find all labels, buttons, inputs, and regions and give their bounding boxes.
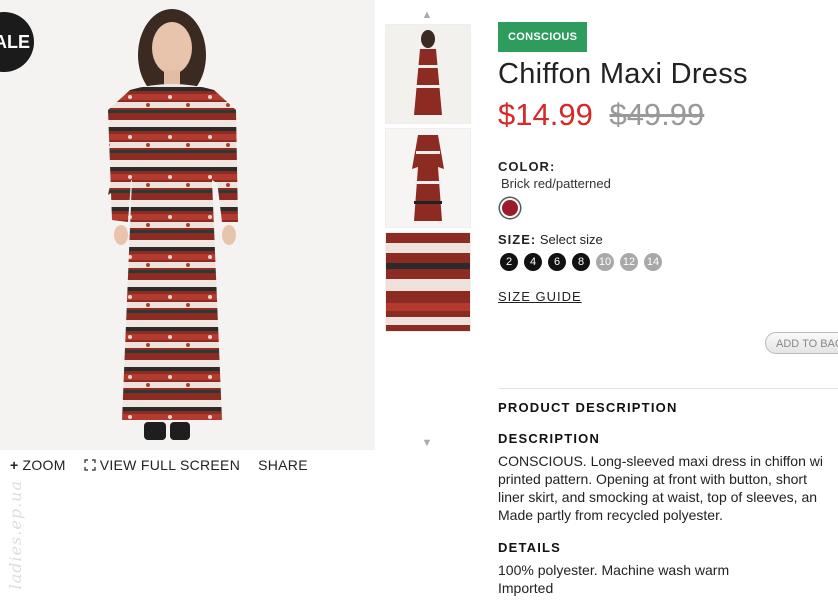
thumbnail-image [386, 233, 470, 331]
expand-icon [84, 459, 96, 471]
size-option-12[interactable]: 12 [620, 253, 638, 271]
product-title: Chiffon Maxi Dress [498, 58, 748, 90]
dress-photo [0, 0, 375, 450]
description-line: CONSCIOUS. Long-sleeved maxi dress in ch… [498, 453, 823, 469]
fullscreen-button[interactable]: VIEW FULL SCREEN [84, 457, 240, 473]
thumbnail-3[interactable] [385, 232, 471, 332]
conscious-badge: CONSCIOUS [498, 22, 588, 52]
details-text: 100% polyester. Machine wash warm Import… [498, 561, 838, 597]
share-button[interactable]: SHARE [258, 457, 308, 473]
divider [498, 388, 838, 389]
chevron-up-icon[interactable]: ▲ [384, 8, 470, 22]
size-option-8[interactable]: 8 [572, 253, 590, 271]
details-line: 100% polyester. Machine wash warm [498, 562, 730, 578]
size-option-4[interactable]: 4 [524, 253, 542, 271]
color-label: COLOR: [498, 159, 556, 174]
size-options: 2 4 6 8 10 12 14 [500, 253, 838, 271]
size-guide-link[interactable]: SIZE GUIDE [498, 289, 582, 304]
description-text: CONSCIOUS. Long-sleeved maxi dress in ch… [498, 452, 838, 524]
fullscreen-label: VIEW FULL SCREEN [99, 457, 241, 473]
zoom-button[interactable]: + ZOOM [10, 457, 66, 473]
details-heading: DETAILS [498, 540, 562, 555]
zoom-label: ZOOM [22, 457, 66, 473]
main-product-image[interactable]: ALE [0, 0, 375, 450]
image-tools: + ZOOM VIEW FULL SCREEN SHARE [10, 457, 308, 473]
description-line: printed pattern. Opening at front with b… [498, 471, 807, 487]
thumbnail-image [386, 25, 470, 123]
thumbnail-2[interactable] [385, 128, 471, 228]
share-label: SHARE [258, 457, 308, 473]
color-value: Brick red/patterned [501, 176, 611, 191]
plus-icon: + [10, 457, 19, 473]
size-label: SIZE: [498, 232, 537, 247]
description-line: Made partly from recycled polyester. [498, 507, 723, 523]
size-option-2[interactable]: 2 [500, 253, 518, 271]
thumbnail-image [386, 129, 470, 227]
size-prompt: Select size [539, 232, 603, 247]
description-section-title: PRODUCT DESCRIPTION [498, 400, 678, 415]
chevron-down-icon[interactable]: ▼ [384, 436, 470, 450]
size-option-6[interactable]: 6 [548, 253, 566, 271]
price-block: $14.99 $49.99 [498, 97, 838, 133]
thumbnail-strip: ▲ ▼ [384, 8, 471, 449]
color-swatch[interactable] [500, 198, 520, 218]
description-line: liner skirt, and smocking at waist, top … [498, 489, 818, 505]
watermark: ladies.ep.ua [6, 480, 25, 590]
product-info: CONSCIOUS Chiffon Maxi Dress $14.99 $49.… [498, 22, 838, 306]
size-option-10[interactable]: 10 [596, 253, 614, 271]
original-price: $49.99 [609, 97, 705, 132]
thumbnail-1[interactable] [385, 24, 471, 124]
size-option-14[interactable]: 14 [644, 253, 662, 271]
details-line: Imported [498, 580, 554, 596]
product-description: PRODUCT DESCRIPTION DESCRIPTION CONSCIOU… [498, 400, 838, 597]
add-to-bag-button[interactable]: ADD TO BAG [765, 332, 838, 354]
size-row: SIZE: Select size [498, 232, 838, 247]
sale-badge-text: ALE [0, 31, 30, 52]
description-heading: DESCRIPTION [498, 431, 601, 446]
sale-price: $14.99 [498, 97, 593, 132]
